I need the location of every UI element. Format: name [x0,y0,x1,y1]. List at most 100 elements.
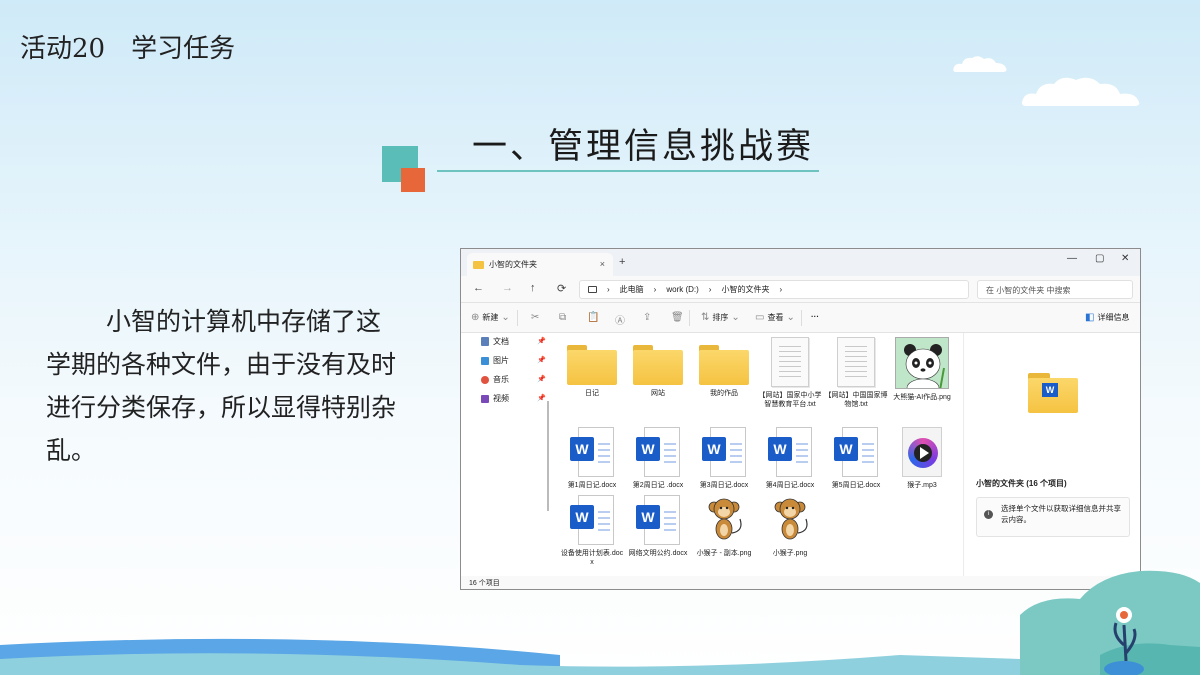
folder-icon: W [1028,373,1078,413]
details-title: 小智的文件夹 (16 个项目) [976,479,1067,488]
paste-icon[interactable]: 📋 [587,312,599,323]
cut-icon[interactable]: ✂ [531,312,539,323]
panda-icon [896,338,948,388]
sidebar-item-label: 文档 [493,337,509,346]
word-document-icon: W [570,495,614,545]
breadcrumb-folder[interactable]: 小智的文件夹 [721,284,769,295]
divider [517,310,518,326]
panda-image-thumbnail [895,337,949,389]
file-name: 第5周日记.docx [831,482,881,489]
cloud-small [953,56,1007,72]
maximize-button[interactable]: ▢ [1095,253,1104,264]
word-document-icon: W [702,427,746,477]
file-name: 小猴子 - 副本.png [696,550,752,557]
command-bar: ⊕ 新建 ⌄ ✂ ⧉ 📋 Ⓐ ⇪ 🗑 ⇅ 排序 ⌄ ▭ 查看 ⌄ ··· ◧ 详… [461,303,1140,333]
sidebar-item-documents[interactable]: 文档 [481,336,509,347]
sidebar-item-music[interactable]: 音乐 [481,374,509,385]
file-item[interactable]: W 设备使用计划表.docx [560,495,624,567]
text-file-icon [837,337,875,387]
pin-icon: 📌 [537,376,546,383]
file-name: 第3周日记.docx [699,482,749,489]
close-window-button[interactable]: ✕ [1121,253,1129,264]
new-tab-button[interactable]: + [619,256,625,268]
hill-with-flowers [1020,570,1200,675]
folder-icon [567,345,617,385]
forward-button[interactable]: → [502,282,513,294]
breadcrumb-drive[interactable]: work (D:) [666,285,698,294]
chevron-down-icon: ⌄ [731,312,740,323]
file-item[interactable]: 【网站】国家中小学智慧教育平台.txt [758,337,822,409]
new-button[interactable]: ⊕ 新建 ⌄ [471,312,510,323]
word-document-icon: W [768,427,812,477]
sort-button[interactable]: ⇅ 排序 ⌄ [701,312,740,323]
file-item[interactable]: 日记 [560,337,624,398]
file-item[interactable]: 我的作品 [692,337,756,398]
copy-icon[interactable]: ⧉ [559,312,566,323]
file-item[interactable]: 【网站】中国国家博物馆.txt [824,337,888,409]
file-item[interactable]: W 第2周日记 .docx [626,427,690,490]
sidebar-item-videos[interactable]: 视频 [481,393,509,404]
file-name: 【网站】中国国家博物馆.txt [824,392,888,408]
sidebar-item-label: 图片 [493,356,509,365]
file-item[interactable]: 大熊猫-AI作品.png [890,337,954,402]
monitor-icon [588,286,597,293]
breadcrumb-sep: › [653,285,657,294]
monkey-image-icon [708,498,742,540]
file-name: 大熊猫-AI作品.png [893,394,951,401]
monkey-image-icon [774,498,808,540]
word-document-icon: W [636,427,680,477]
folder-icon [699,345,749,385]
details-pane-icon: ◧ [1085,312,1095,323]
file-name: 我的作品 [710,390,738,397]
tab-current-folder[interactable]: 小智的文件夹 × [467,253,613,276]
sidebar-item-pictures[interactable]: 图片 [481,355,509,366]
music-icon [481,375,489,384]
file-name: 网络文明公约.docx [628,550,688,557]
delete-icon[interactable]: 🗑 [671,312,684,323]
sidebar-item-label: 音乐 [493,375,509,384]
pin-icon: 📌 [537,338,546,345]
video-icon [481,394,489,403]
file-item[interactable]: 小猴子.png [758,495,822,558]
section-heading: 一、管理信息挑战赛 [472,127,815,167]
pin-icon: 📌 [537,357,546,364]
file-item[interactable]: 网站 [626,337,690,398]
file-item[interactable]: 猴子.mp3 [890,427,954,490]
close-tab-icon[interactable]: × [600,259,605,269]
file-name: 猴子.mp3 [907,482,937,489]
file-item[interactable]: 小猴子 - 副本.png [692,495,756,558]
plus-icon: ⊕ [471,312,480,323]
cloud-large [1022,77,1140,106]
share-icon[interactable]: ⇪ [643,312,651,323]
file-item[interactable]: W 第1周日记.docx [560,427,624,490]
file-name: 【网站】国家中小学智慧教育平台.txt [758,392,822,408]
details-label: 详细信息 [1097,313,1130,322]
details-pane-button[interactable]: ◧ 详细信息 [1085,312,1129,323]
breadcrumb-this-pc[interactable]: 此电脑 [620,284,644,295]
details-info-box: i 选择单个文件以获取详细信息并共享云内容。 [976,497,1130,537]
file-item[interactable]: W 网络文明公约.docx [626,495,690,558]
more-options-button[interactable]: ··· [811,312,819,321]
audio-file-icon [902,427,942,477]
file-item[interactable]: W 第4周日记.docx [758,427,822,490]
up-button[interactable]: ↑ [530,282,536,294]
breadcrumb[interactable]: › 此电脑 › work (D:) › 小智的文件夹 › [579,280,969,299]
divider [689,310,690,326]
minimize-button[interactable]: — [1067,253,1077,264]
document-icon [481,337,489,346]
file-item[interactable]: W 第5周日记.docx [824,427,888,490]
heading-underline [437,170,819,172]
search-input[interactable]: 在 小智的文件夹 中搜索 [977,280,1133,299]
back-button[interactable]: ← [473,282,484,294]
view-button[interactable]: ▭ 查看 ⌄ [755,312,795,323]
refresh-button[interactable]: ⟳ [557,282,566,295]
sort-icon: ⇅ [701,312,710,323]
file-name: 小猴子.png [772,550,808,557]
rename-icon[interactable]: Ⓐ [615,312,625,327]
file-name: 日记 [585,390,599,397]
address-bar: ← → ↑ ⟳ › 此电脑 › work (D:) › 小智的文件夹 › 在 小… [461,276,1140,303]
sort-label: 排序 [712,313,729,322]
chevron-down-icon: ⌄ [786,312,795,323]
scrollbar[interactable] [547,401,549,511]
file-item[interactable]: W 第3周日记.docx [692,427,756,490]
